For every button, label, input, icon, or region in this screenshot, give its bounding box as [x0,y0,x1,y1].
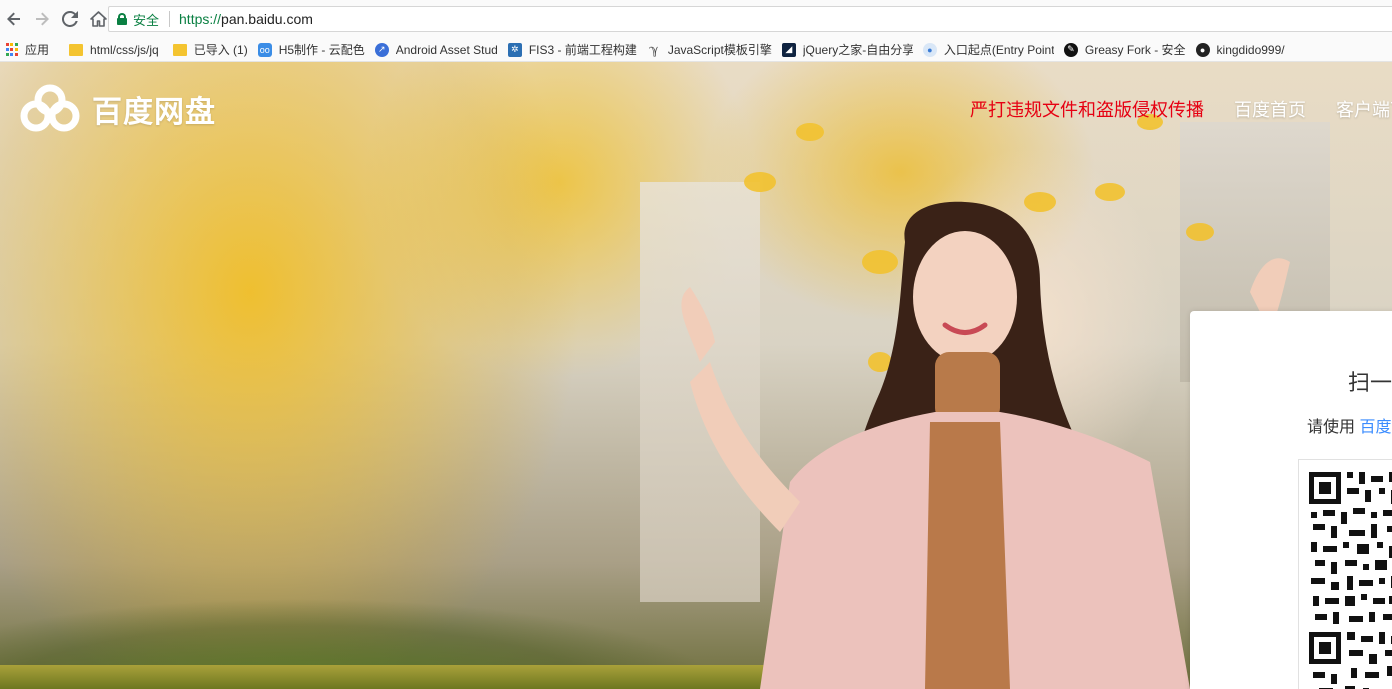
url-host: pan.baidu.com [221,11,313,27]
apps-grid-icon [5,43,18,56]
hint-prefix: 请使用 [1307,419,1360,436]
bookmark-greasy-fork[interactable]: ✎ Greasy Fork - 安全 [1059,38,1191,61]
baidu-netdisk-logo[interactable]: 百度网盘 [20,84,216,134]
reload-icon [62,11,78,27]
bookmark-h5[interactable]: oo H5制作 - 云配色 [253,38,370,61]
h5-icon: oo [257,42,272,57]
lock-icon [117,13,127,25]
bookmark-folder-html[interactable]: html/css/js/jq [64,38,164,61]
bookmark-label: Android Asset Stud [395,42,498,57]
top-navigation: 严打违规文件和盗版侵权传播 百度首页 客户端下 [970,96,1392,122]
bookmark-label: jQuery之家-自由分享 [802,43,913,57]
bookmark-folder-imported[interactable]: 已导入 (1) [168,38,253,61]
greasy-fork-icon: ✎ [1063,42,1078,57]
qr-code-box [1298,459,1392,689]
bookmarks-bar: 应用 html/css/js/jq 已导入 (1) oo H5制作 - 云配色 … [0,38,1392,62]
report-piracy-link[interactable]: 严打违规文件和盗版侵权传播 [970,96,1204,122]
bookmark-android-asset[interactable]: ↗ Android Asset Stud [370,38,503,61]
entry-point-icon: ● [922,42,937,57]
client-download-link[interactable]: 客户端下 [1336,96,1392,122]
bookmark-label: kingdido999/ [1216,42,1285,57]
bookmark-label: 入口起点(Entry Point [943,43,1054,57]
qr-login-hint: 请使用 百度 [1307,413,1391,437]
login-panel: 扫一 请使用 百度 [1190,311,1392,689]
baidu-app-link[interactable]: 百度 [1359,419,1391,436]
forward-arrow-icon [36,12,49,26]
bookmark-github[interactable]: ● kingdido999/ [1191,38,1290,61]
github-icon: ● [1195,42,1210,57]
cloud-logo-icon [20,84,80,132]
forward-button[interactable] [28,0,56,38]
home-icon [89,11,107,27]
browser-toolbar: 安全 https://pan.baidu.com [0,0,1392,38]
js-template-icon: ℽ [649,41,659,57]
bookmark-label: html/css/js/jq [90,42,159,57]
logo-text: 百度网盘 [92,96,216,129]
reload-button[interactable] [56,0,84,38]
bookmark-entry-point[interactable]: ● 入口起点(Entry Point [918,38,1059,61]
folder-icon [69,43,84,56]
security-label: 安全 [133,12,160,28]
bookmark-label: JavaScript模板引擎 [667,43,772,57]
back-button[interactable] [0,0,28,38]
android-asset-icon: ↗ [374,42,389,57]
baidu-home-link[interactable]: 百度首页 [1234,96,1306,122]
url-scheme: https:// [179,11,222,27]
qr-login-title: 扫一 [1348,370,1392,395]
bookmark-jquery-home[interactable]: ◢ jQuery之家-自由分享 [777,38,918,61]
qr-code-icon [1309,472,1392,689]
fis-icon: ✲ [507,42,522,57]
bookmark-js-template[interactable]: ℽ JavaScript模板引擎 [642,38,777,61]
divider [169,11,171,27]
bookmark-apps[interactable]: 应用 [0,38,54,61]
bookmark-label: 已导入 (1) [193,43,248,57]
bookmark-label: 应用 [25,43,50,57]
bookmark-label: FIS3 - 前端工程构建 [528,43,637,57]
back-arrow-icon [7,12,20,26]
bookmark-label: H5制作 - 云配色 [278,43,365,57]
bookmark-label: Greasy Fork - 安全 [1084,43,1186,57]
hero-photo [681,114,1290,689]
address-bar[interactable]: 安全 https://pan.baidu.com [108,6,1392,32]
bookmark-fis3[interactable]: ✲ FIS3 - 前端工程构建 [503,38,642,61]
jquery-home-icon: ◢ [781,42,796,57]
page-content: 百度网盘 严打违规文件和盗版侵权传播 百度首页 客户端下 扫一 请使用 百度 [0,62,1392,689]
folder-icon [172,43,187,56]
